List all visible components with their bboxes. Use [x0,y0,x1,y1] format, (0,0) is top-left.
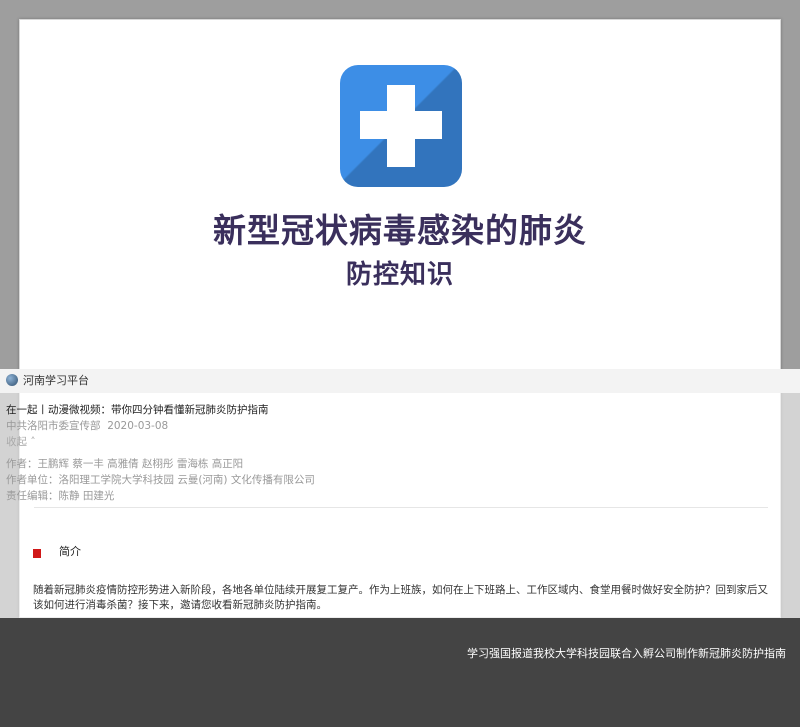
org-label: 作者单位： [6,474,59,486]
article-info: 在一起丨动漫微视频：带你四分钟看懂新冠肺炎防护指南 中共洛阳市委宣传部 2020… [6,402,786,504]
authors-row: 作者：王鹏辉 蔡一丰 高雅倩 赵栩彤 雷海栋 高正阳 [6,456,786,472]
org-row: 作者单位：洛阳理工学院大学科技园 云曼(河南) 文化传播有限公司 [6,472,786,488]
source-band [0,369,800,393]
summary-text: 随着新冠肺炎疫情防控形势进入新阶段，各地各单位陆续开展复工复产。作为上班族，如何… [33,584,768,611]
publish-meta: 中共洛阳市委宣传部 2020-03-08 [6,418,786,434]
image-caption: 学习强国报道我校大学科技园联合入孵公司制作新冠肺炎防护指南 [467,647,786,660]
publish-date: 2020-03-08 [107,420,169,432]
cover-title: 新型冠状病毒感染的肺炎 [213,211,587,250]
source-name: 河南学习平台 [23,374,89,387]
editor-row: 责任编辑：陈静 田建光 [6,488,786,504]
org-value: 洛阳理工学院大学科技园 云曼(河南) 文化传播有限公司 [58,474,315,486]
collapse-toggle[interactable]: 收起 ˄ [6,434,786,450]
publisher: 中共洛阳市委宣传部 [6,420,101,432]
divider [34,507,768,508]
editor-label: 责任编辑： [6,490,59,502]
footer-bar [0,618,800,727]
medical-cross-icon [340,65,462,187]
editor-value: 陈静 田建光 [58,490,115,502]
chevron-up-icon: ˄ [27,436,36,448]
video-cover[interactable]: 新型冠状病毒感染的肺炎 防控知识 [24,24,776,392]
cover-subtitle: 防控知识 [345,260,454,290]
source-row[interactable]: 河南学习平台 [6,373,89,389]
article-headline: 在一起丨动漫微视频：带你四分钟看懂新冠肺炎防护指南 [6,404,269,416]
authors-value: 王鹏辉 蔡一丰 高雅倩 赵栩彤 雷海栋 高正阳 [37,458,244,470]
globe-icon [6,374,18,386]
section-marker [33,549,41,558]
authors-label: 作者： [6,458,38,470]
section-title: 简介 [59,545,81,558]
collapse-label: 收起 [6,436,27,448]
